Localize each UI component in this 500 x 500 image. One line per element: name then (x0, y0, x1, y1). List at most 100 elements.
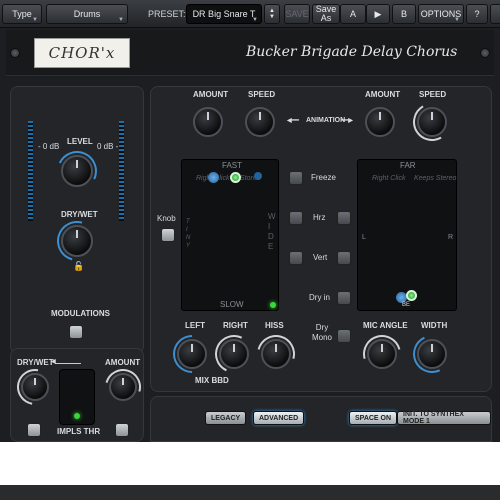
xy-pad-left[interactable]: FAST Right Click Stores T I N Y W I D E … (181, 159, 279, 311)
amount-left-knob[interactable] (193, 107, 223, 137)
save-as-button[interactable]: Save As (312, 4, 340, 24)
preset-selector[interactable]: DR Big Snare T ▼ (186, 4, 262, 24)
amount-right-label: AMOUNT (365, 90, 401, 99)
speed-right-label: SPEED (419, 90, 447, 99)
bottom-amount-knob[interactable] (109, 373, 137, 401)
right-label: RIGHT (223, 321, 248, 330)
lock-icon[interactable]: 🔓 (73, 261, 84, 272)
b-compare-button[interactable]: B (392, 4, 416, 24)
save-button[interactable]: SAVE (284, 4, 310, 24)
animation-label: ANIMATION (306, 117, 346, 124)
width-label: WIDTH (421, 321, 448, 330)
speed-right-knob[interactable] (417, 107, 447, 137)
a-label: A (349, 9, 356, 19)
bank-value: Drums (73, 9, 101, 19)
chevron-down-icon: ▼ (252, 17, 258, 23)
bottom-amount-label: AMOUNT (105, 358, 141, 367)
width-knob[interactable] (417, 339, 447, 369)
drywet-slider-track[interactable] (55, 363, 81, 364)
xy-left-side-left: T I N Y (186, 219, 191, 249)
left-level-meter (28, 121, 33, 221)
preset-step-buttons[interactable]: ▲ ▼ (264, 4, 280, 24)
xy-left-blue-handle[interactable] (208, 172, 219, 183)
copy-a-to-b-button[interactable]: ▶ (366, 4, 390, 24)
bottom-drywet-label: DRY/WET (17, 358, 54, 367)
xy-pad-right[interactable]: FAR Right Click Keeps Stereo L R BE (357, 159, 457, 311)
dry-mono-button[interactable] (337, 329, 351, 343)
hrz-right-button[interactable] (337, 211, 351, 225)
arrow-down-icon[interactable]: ▼ (269, 14, 275, 20)
bottom-button-strip: LEGACY ADVANCED SPACE ON INIT. TO SYNTHE… (150, 396, 492, 442)
bottom-left-toggle[interactable] (27, 423, 41, 437)
amount-right-knob[interactable] (365, 107, 395, 137)
modulations-label: MODULATIONS (51, 309, 110, 318)
impls-thr-label: IMPLS THR (57, 427, 101, 436)
vert-label: Vert (313, 253, 328, 262)
impulse-led (74, 413, 80, 419)
modulations-button[interactable] (69, 325, 83, 339)
legacy-button[interactable]: LEGACY (205, 411, 247, 425)
save-label: SAVE (285, 9, 309, 19)
type-dropdown[interactable]: Type ▼ (2, 4, 42, 24)
space-on-button[interactable]: SPACE ON (349, 411, 398, 425)
freeze-button[interactable] (289, 171, 303, 185)
help-label: ? (474, 9, 480, 19)
xy-left-green-handle[interactable] (230, 172, 241, 183)
host-footer-strip (0, 485, 500, 500)
bottom-right-toggle[interactable] (115, 423, 129, 437)
xy-left-side-right: W I D E (268, 212, 276, 251)
impulse-panel: DRY/WET ◀ AMOUNT IMPLS THR (9, 348, 148, 442)
freeze-label: Freeze (311, 173, 336, 182)
vert-left-button[interactable] (289, 251, 303, 265)
speed-left-knob[interactable] (245, 107, 275, 137)
dry-in-button[interactable] (337, 291, 351, 305)
slider-arrow-icon: ◀ (51, 359, 56, 365)
chorus-main-panel: AMOUNT SPEED ◀━━ ANIMATION ━━▶ AMOUNT SP… (150, 86, 492, 392)
xy-right-green-handle[interactable] (406, 290, 417, 301)
speed-left-label: SPEED (248, 90, 276, 99)
drywet-knob[interactable] (61, 225, 93, 257)
vert-right-button[interactable] (337, 251, 351, 265)
xy-right-hint-left: Right Click (372, 175, 406, 182)
mic-angle-knob[interactable] (367, 339, 397, 369)
xy-left-bottom-label: SLOW (220, 300, 244, 309)
screw-icon (480, 48, 490, 58)
a-compare-button[interactable]: A (340, 4, 366, 24)
advanced-button[interactable]: ADVANCED (253, 411, 305, 425)
options-dropdown[interactable]: OPTIONS ▼ (418, 4, 464, 24)
hiss-knob[interactable] (261, 339, 291, 369)
knob-mode-button[interactable] (161, 228, 175, 242)
xy-left-led (270, 302, 276, 308)
logo: CHOR'x (34, 38, 130, 68)
bottom-drywet-knob[interactable] (21, 373, 49, 401)
drywet-label: DRY/WET (61, 210, 98, 219)
screw-icon (10, 48, 20, 58)
save-as-label: Save As (315, 4, 337, 23)
dry-in-label: Dry in (309, 293, 330, 302)
amount-left-label: AMOUNT (193, 90, 229, 99)
right-level-meter (119, 121, 124, 221)
plugin-title: Bucker Brigade Delay Chorus (246, 44, 458, 60)
xy-right-side-left: L (362, 234, 366, 241)
plugin-header: CHOR'x Bucker Brigade Delay Chorus (6, 30, 494, 76)
chevron-down-icon: ▼ (454, 17, 460, 23)
level-knob[interactable] (61, 155, 93, 187)
xy-right-top-label: FAR (400, 161, 416, 170)
output-panel: - 0 dB 0 dB - LEVEL DRY/WET 🔓 MODULATION… (10, 86, 144, 354)
left-knob[interactable] (177, 339, 207, 369)
level-label: LEVEL (67, 137, 93, 146)
arrow-left-icon: ◀━━ (287, 118, 299, 124)
right-knob[interactable] (219, 339, 249, 369)
hrz-label: Hrz (313, 213, 326, 222)
init-synthex-button[interactable]: INIT. TO SYNTHEX MODE 1 (397, 411, 491, 425)
dry-mono-label: Dry Mono (311, 323, 332, 342)
play-arrow-icon: ▶ (374, 8, 382, 19)
bank-dropdown[interactable]: Drums ▼ (46, 4, 128, 24)
help-button[interactable]: ? (466, 4, 488, 24)
preset-label: PRESET: (148, 9, 186, 19)
hrz-left-button[interactable] (289, 211, 303, 225)
plugin-window: Type ▼ Drums ▼ PRESET: DR Big Snare T ▼ … (0, 0, 500, 442)
xy-right-side-right: R (448, 234, 454, 241)
more-button[interactable] (490, 4, 500, 24)
arrow-right-icon: ━━▶ (341, 118, 353, 124)
